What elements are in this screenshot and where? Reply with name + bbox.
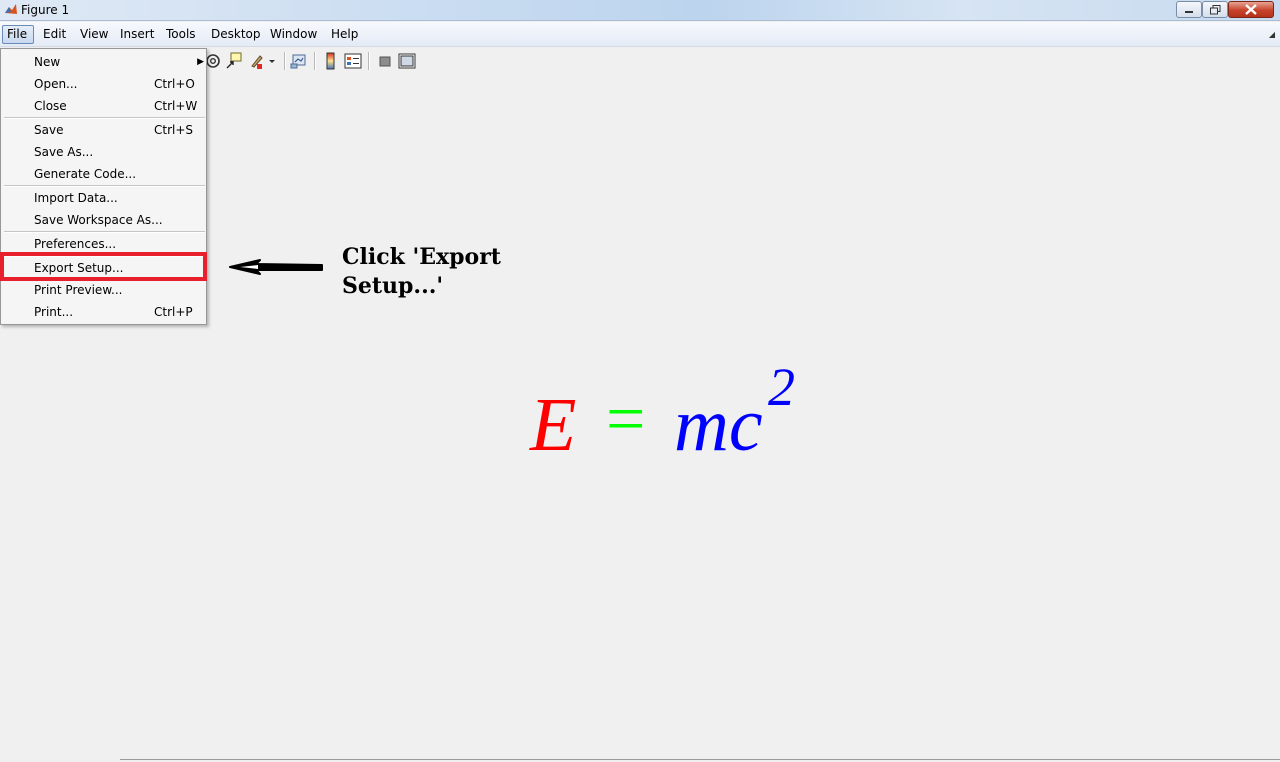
minimize-icon [1185, 10, 1193, 13]
export-setup-highlight [0, 252, 207, 281]
menu-item-import-data[interactable]: Import Data... [3, 187, 204, 209]
menu-item-label: Save [34, 123, 64, 137]
menu-view[interactable]: View [76, 25, 112, 44]
dock-arrow-icon[interactable]: ◢ [1269, 30, 1275, 39]
instruction-annotation: Click 'Export Setup...' [342, 243, 562, 301]
pointer-arrow-icon [229, 259, 323, 275]
title-bar: Figure 1 [0, 0, 1280, 21]
menu-item-label: Close [34, 99, 67, 113]
menu-item-label: New [34, 55, 61, 69]
menu-tools[interactable]: Tools [162, 25, 200, 44]
matlab-icon [5, 4, 17, 14]
restore-icon [1209, 4, 1220, 14]
equation-exponent: 2 [768, 357, 795, 417]
menu-item-generate-code[interactable]: Generate Code... [3, 163, 204, 185]
toolbar-separator [314, 52, 316, 70]
colorbar-icon[interactable] [322, 52, 340, 70]
toolbar-separator [368, 52, 370, 70]
menu-item-label: Open... [34, 77, 78, 91]
menu-window[interactable]: Window [266, 25, 321, 44]
menu-file[interactable]: File [2, 25, 34, 44]
hide-plot-tools-icon[interactable] [376, 52, 394, 70]
menu-help[interactable]: Help [327, 25, 362, 44]
menu-item-shortcut: Ctrl+W [154, 99, 198, 113]
menu-bar: File Edit View Insert Tools Desktop Wind… [0, 22, 1280, 47]
link-plot-icon[interactable] [290, 52, 308, 70]
close-icon [1245, 4, 1257, 15]
menu-item-label: Import Data... [34, 191, 118, 205]
annotation-line-2: Setup...' [342, 273, 444, 299]
menu-item-new[interactable]: New ▶ [3, 51, 204, 73]
menu-item-shortcut: Ctrl+O [154, 77, 195, 91]
close-button[interactable] [1228, 1, 1274, 18]
menu-item-label: Save As... [34, 145, 94, 159]
window-title: Figure 1 [21, 3, 70, 17]
menu-item-label: Print... [34, 305, 74, 319]
menu-item-save-workspace[interactable]: Save Workspace As... [3, 209, 204, 231]
menu-item-save[interactable]: Save Ctrl+S [3, 119, 204, 141]
menu-item-open[interactable]: Open... Ctrl+O [3, 73, 204, 95]
annotation-line-1: Click 'Export [342, 244, 501, 270]
show-plot-tools-icon[interactable] [398, 52, 416, 70]
menu-item-save-as[interactable]: Save As... [3, 141, 204, 163]
menu-edit[interactable]: Edit [39, 25, 70, 44]
menu-item-close[interactable]: Close Ctrl+W [3, 95, 204, 117]
menu-insert[interactable]: Insert [116, 25, 158, 44]
menu-item-print-preview[interactable]: Print Preview... [3, 279, 204, 301]
bottom-border [120, 759, 1280, 760]
file-dropdown-menu: New ▶ Open... Ctrl+O Close Ctrl+W Save C… [0, 48, 207, 325]
menu-item-label: Save Workspace As... [34, 213, 163, 227]
equation-E: E [530, 383, 577, 467]
menu-item-print[interactable]: Print... Ctrl+P [3, 301, 204, 323]
figure-window: Figure 1 File Edit View Insert Tools Des… [0, 0, 1280, 762]
toolbar-separator [284, 52, 286, 70]
submenu-arrow-icon: ▶ [197, 57, 204, 67]
equation-mc: mc [674, 383, 763, 467]
menu-item-label: Generate Code... [34, 167, 137, 181]
menu-item-shortcut: Ctrl+P [154, 305, 193, 319]
brush-dropdown-icon[interactable] [266, 52, 278, 70]
minimize-button[interactable] [1176, 1, 1202, 18]
brush-icon[interactable] [248, 52, 266, 70]
menu-item-label: Print Preview... [34, 283, 123, 297]
equation-equals: = [606, 381, 646, 458]
menu-desktop[interactable]: Desktop [207, 25, 265, 44]
restore-button[interactable] [1202, 1, 1228, 18]
data-cursor-icon[interactable] [225, 52, 243, 70]
menu-item-shortcut: Ctrl+S [154, 123, 194, 137]
legend-icon[interactable] [344, 52, 362, 70]
